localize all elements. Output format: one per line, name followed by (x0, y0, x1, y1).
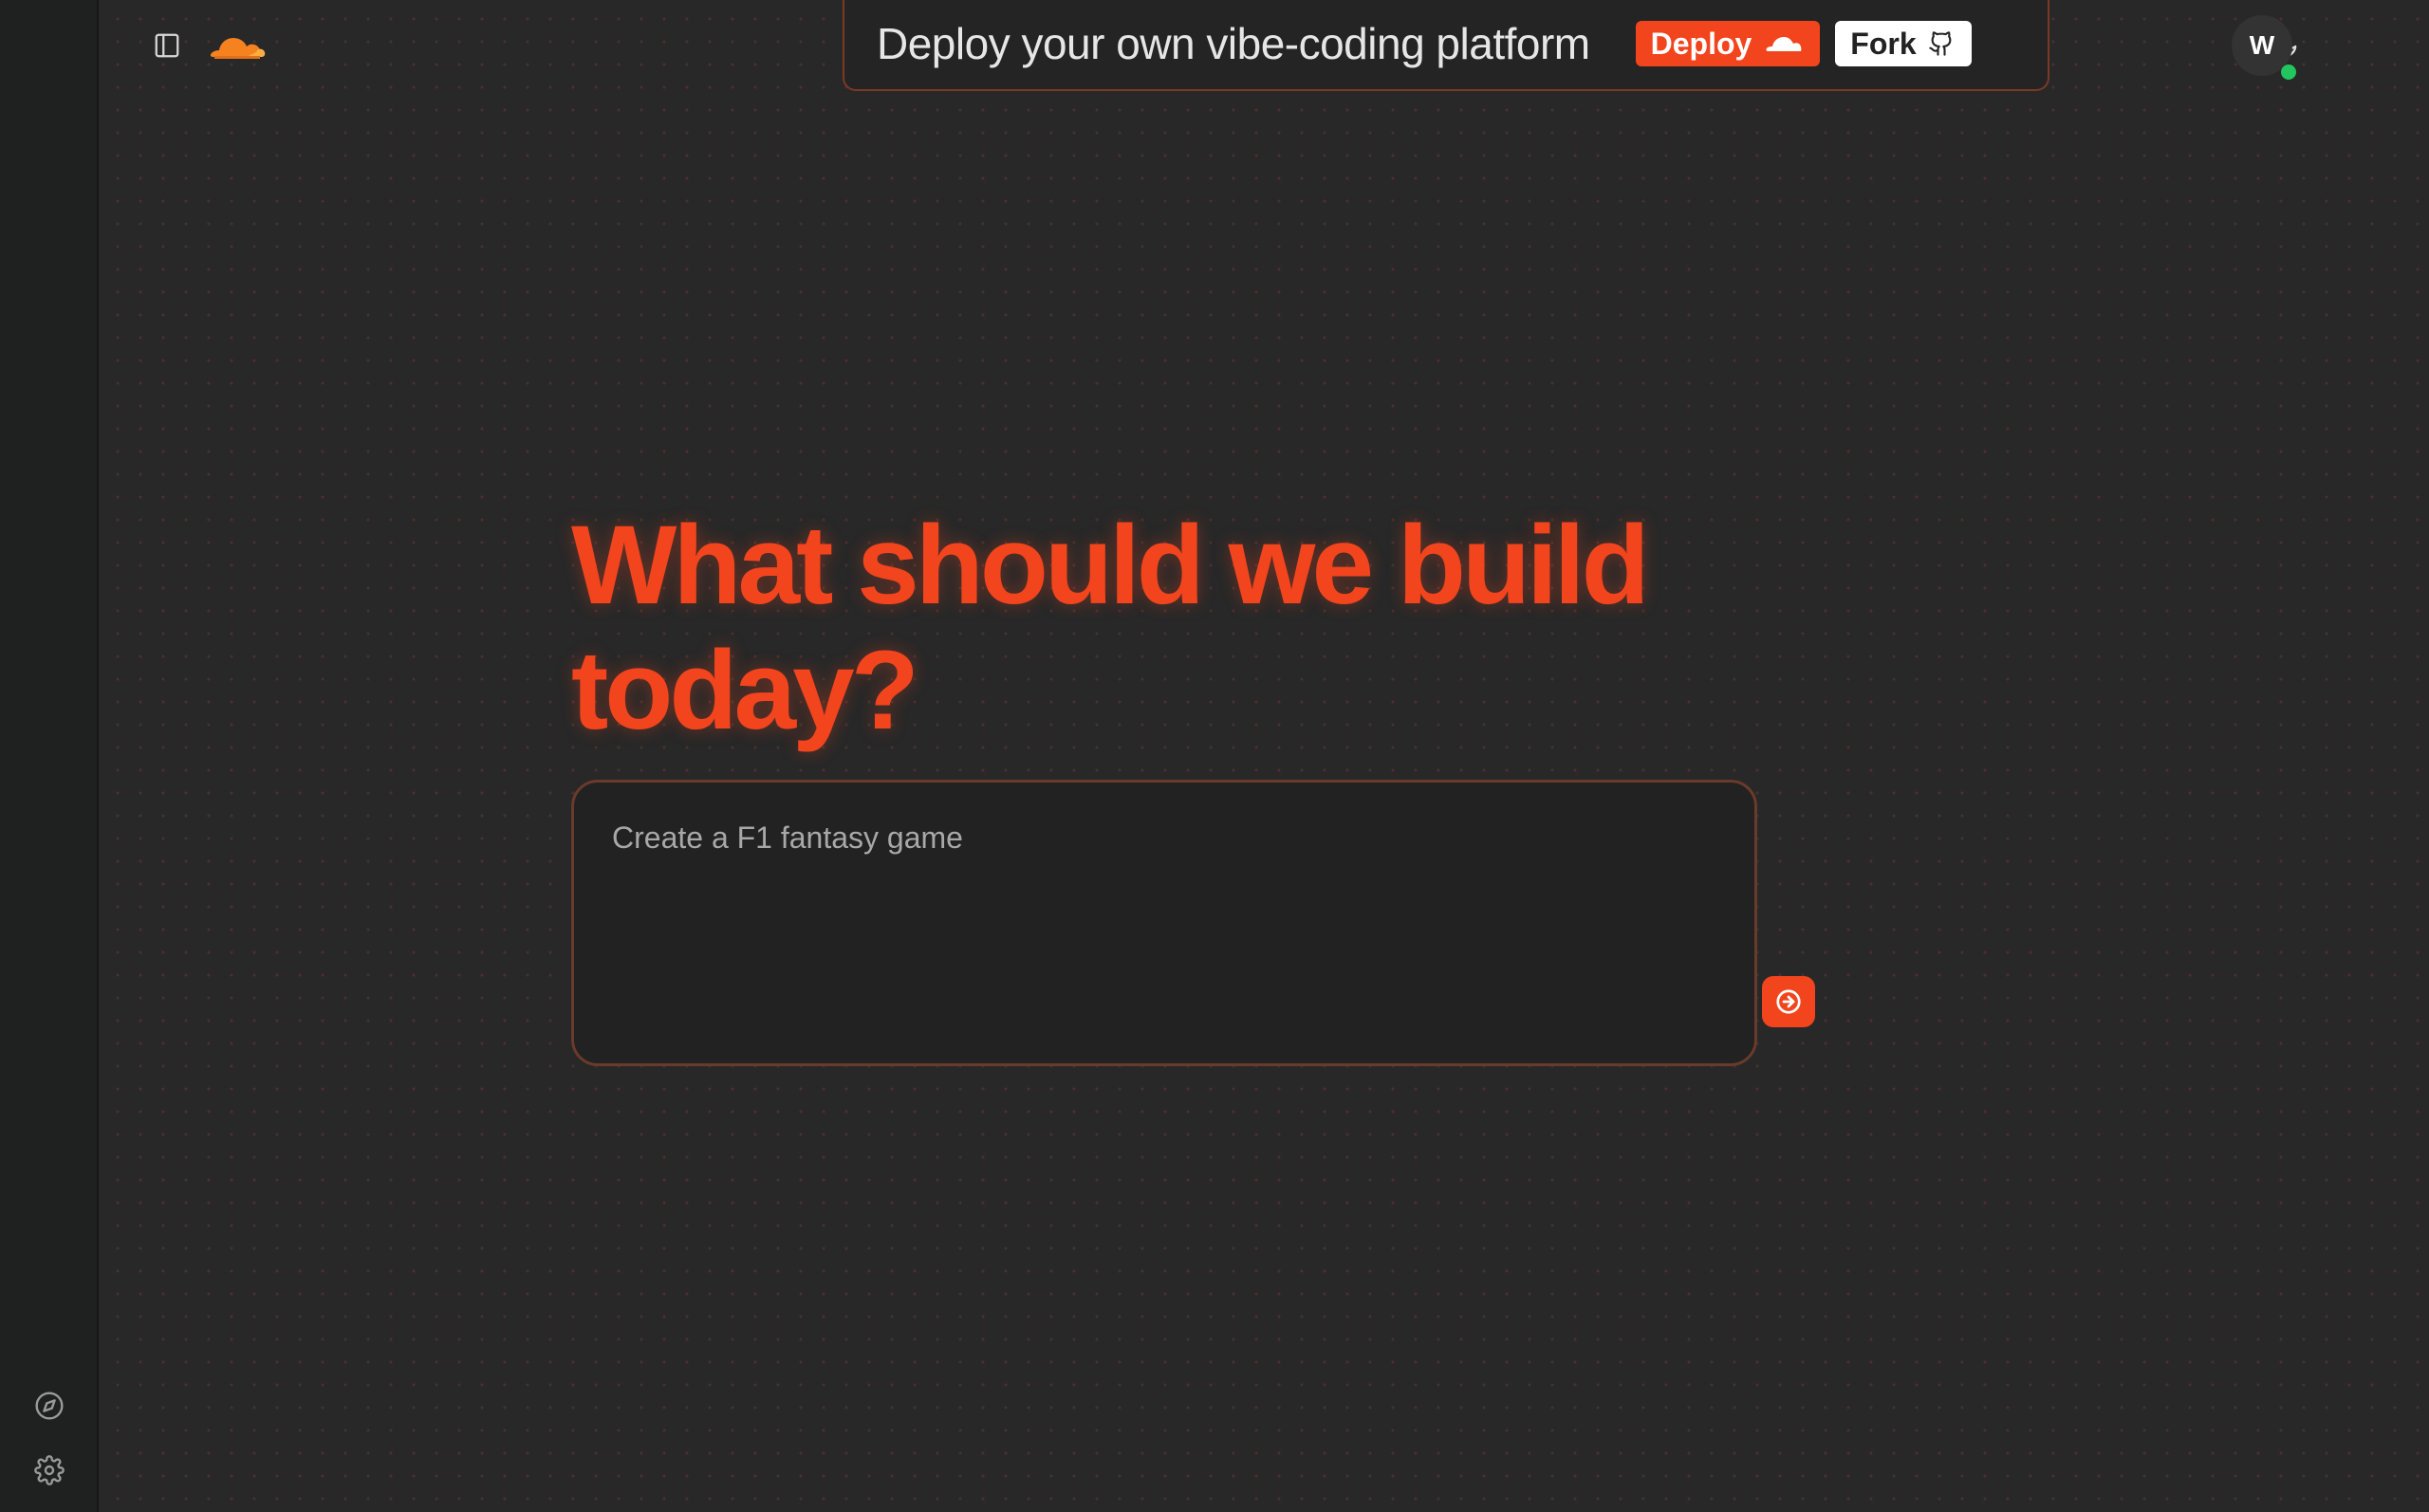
deploy-banner: Deploy your own vibe-coding platform Dep… (843, 0, 2049, 91)
send-button-bg (1762, 976, 1815, 1027)
left-rail (0, 0, 99, 1512)
cloudflare-cloud-logo[interactable] (207, 25, 269, 65)
avatar-initial: W (2249, 30, 2275, 60)
arrow-right-icon (1776, 989, 1801, 1014)
prompt-box (571, 780, 1815, 1066)
prompt-input[interactable] (612, 821, 1656, 934)
deploy-button[interactable]: Deploy (1635, 21, 1821, 66)
github-icon (1928, 31, 1952, 56)
sidebar-panel-icon[interactable] (148, 27, 186, 65)
compass-icon[interactable] (30, 1387, 68, 1425)
deploy-button-label: Deploy (1650, 26, 1752, 61)
cloud-icon (1766, 37, 1802, 51)
gear-icon[interactable] (30, 1451, 68, 1489)
fork-button-label: Fork (1850, 26, 1917, 61)
main-canvas (99, 0, 2429, 1512)
fork-button[interactable]: Fork (1835, 21, 1972, 66)
banner-text: Deploy your own vibe-coding platform (877, 19, 1590, 68)
send-button[interactable] (1762, 976, 1815, 1027)
online-status-dot (2281, 65, 2296, 80)
page-title: What should we build today? (571, 503, 1650, 753)
